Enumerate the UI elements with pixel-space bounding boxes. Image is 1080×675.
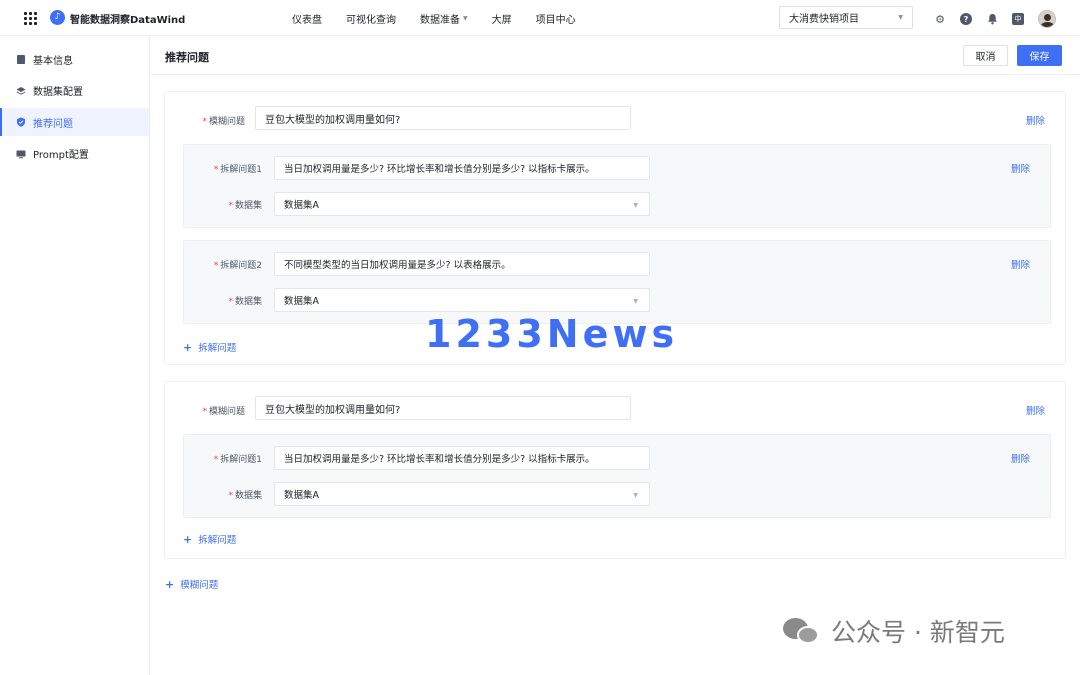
sidebar-item-basic-info[interactable]: 基本信息 <box>0 45 149 73</box>
datawind-logo-icon: ♪ <box>50 10 65 25</box>
news-watermark: 1233News <box>425 312 679 356</box>
main-nav: 仪表盘 可视化查询 数据准备 ▼ 大屏 项目中心 <box>292 11 600 26</box>
sidebar-item-label: 推荐问题 <box>33 118 73 130</box>
document-icon <box>16 54 26 64</box>
avatar[interactable] <box>1038 10 1056 28</box>
page-header: 推荐问题 取消 保存 <box>150 36 1080 75</box>
help-icon[interactable]: ? <box>960 13 972 25</box>
breakdown-question-block: * 拆解问题1 当日加权调用量是多少? 环比增长率和增长值分别是多少? 以指标卡展… <box>183 434 1051 518</box>
chevron-down-icon: ▼ <box>633 298 638 305</box>
chevron-down-icon: ▼ <box>898 14 903 21</box>
language-icon[interactable]: 中 <box>1012 13 1024 25</box>
fuzzy-question-label: * 模糊问题 <box>202 117 245 127</box>
sidebar-item-label: Prompt配置 <box>33 150 89 162</box>
sidebar: 基本信息 数据集配置 推荐问题 Prompt配置 <box>0 36 150 675</box>
app-title[interactable]: 智能数据洞察DataWind <box>70 11 185 26</box>
dataset-label: * 数据集 <box>228 297 262 307</box>
project-select[interactable]: 大消费快销项目 ▼ <box>779 6 913 29</box>
sidebar-item-label: 基本信息 <box>33 55 73 67</box>
breakdown-question-label: * 拆解问题2 <box>213 261 262 271</box>
nav-item-dashboard[interactable]: 仪表盘 <box>292 11 322 26</box>
dataset-select[interactable]: 数据集A ▼ <box>274 192 650 216</box>
plus-icon: + <box>183 340 193 354</box>
chevron-down-icon: ▼ <box>633 492 638 499</box>
fuzzy-question-label: * 模糊问题 <box>202 407 245 417</box>
breakdown-question-label: * 拆解问题1 <box>213 455 262 465</box>
delete-fuzzy-question-link[interactable]: 删除 <box>1026 113 1045 127</box>
wechat-watermark-text: 公众号 · 新智元 <box>831 618 1005 647</box>
dataset-select[interactable]: 数据集A ▼ <box>274 288 650 312</box>
gear-icon[interactable]: ⚙ <box>934 13 946 26</box>
breakdown-question-block: * 拆解问题1 当日加权调用量是多少? 环比增长率和增长值分别是多少? 以指标卡展… <box>183 144 1051 228</box>
nav-item-visual-query[interactable]: 可视化查询 <box>346 11 396 26</box>
add-breakdown-question-link[interactable]: + 拆解问题 <box>183 340 237 355</box>
plus-icon: + <box>165 577 175 591</box>
sidebar-item-dataset-config[interactable]: 数据集配置 <box>0 77 149 105</box>
wechat-watermark: 公众号 · 新智元 <box>783 613 1005 649</box>
cancel-button[interactable]: 取消 <box>963 45 1008 66</box>
sidebar-item-prompt-config[interactable]: Prompt配置 <box>0 140 149 168</box>
save-button[interactable]: 保存 <box>1017 45 1062 66</box>
project-select-value: 大消费快销项目 <box>789 14 859 25</box>
chevron-down-icon: ▼ <box>633 202 638 209</box>
dataset-select-value: 数据集A <box>284 296 319 307</box>
main-content: * 模糊问题 豆包大模型的加权调用量如何? 删除 * 拆解问题1 当日加权调用量是多… <box>150 75 1080 675</box>
delete-breakdown-link[interactable]: 删除 <box>1011 451 1030 465</box>
add-breakdown-question-link[interactable]: + 拆解问题 <box>183 532 237 547</box>
dataset-select[interactable]: 数据集A ▼ <box>274 482 650 506</box>
breakdown-question-input[interactable]: 当日加权调用量是多少? 环比增长率和增长值分别是多少? 以指标卡展示。 <box>274 446 650 470</box>
breakdown-question-input[interactable]: 当日加权调用量是多少? 环比增长率和增长值分别是多少? 以指标卡展示。 <box>274 156 650 180</box>
nav-item-data-prep-label: 数据准备 <box>420 15 460 26</box>
breakdown-question-label: * 拆解问题1 <box>213 165 262 175</box>
monitor-icon <box>16 149 26 159</box>
dataset-label: * 数据集 <box>228 491 262 501</box>
delete-breakdown-link[interactable]: 删除 <box>1011 257 1030 271</box>
nav-item-big-screen[interactable]: 大屏 <box>492 11 512 26</box>
top-navigation-bar: ♪ 智能数据洞察DataWind 仪表盘 可视化查询 数据准备 ▼ 大屏 项目中… <box>0 0 1080 36</box>
layers-icon <box>16 86 26 96</box>
delete-breakdown-link[interactable]: 删除 <box>1011 161 1030 175</box>
shield-icon <box>16 117 26 127</box>
dataset-select-value: 数据集A <box>284 200 319 211</box>
delete-fuzzy-question-link[interactable]: 删除 <box>1026 403 1045 417</box>
dataset-label: * 数据集 <box>228 201 262 211</box>
breakdown-question-input[interactable]: 不同模型类型的当日加权调用量是多少? 以表格展示。 <box>274 252 650 276</box>
chevron-down-icon: ▼ <box>463 15 468 22</box>
fuzzy-question-card: * 模糊问题 豆包大模型的加权调用量如何? 删除 * 拆解问题1 当日加权调用量是多… <box>164 381 1066 559</box>
sidebar-item-recommended-questions[interactable]: 推荐问题 <box>0 108 149 137</box>
bell-icon[interactable] <box>986 13 998 25</box>
add-breakdown-label: 拆解问题 <box>198 343 237 354</box>
wechat-icon <box>783 616 821 646</box>
dataset-select-value: 数据集A <box>284 490 319 501</box>
sidebar-item-label: 数据集配置 <box>33 87 83 99</box>
add-fuzzy-label: 模糊问题 <box>180 580 219 591</box>
add-fuzzy-question-link[interactable]: + 模糊问题 <box>165 577 219 592</box>
page-title: 推荐问题 <box>165 51 209 64</box>
fuzzy-question-input[interactable]: 豆包大模型的加权调用量如何? <box>255 396 631 420</box>
fuzzy-question-input[interactable]: 豆包大模型的加权调用量如何? <box>255 106 631 130</box>
nav-item-project-center[interactable]: 项目中心 <box>536 11 576 26</box>
apps-grid-icon[interactable] <box>24 12 37 25</box>
top-icon-group: ⚙ ? 中 <box>934 10 1056 28</box>
plus-icon: + <box>183 532 193 546</box>
add-breakdown-label: 拆解问题 <box>198 535 237 546</box>
nav-item-data-prep[interactable]: 数据准备 ▼ <box>420 11 468 26</box>
